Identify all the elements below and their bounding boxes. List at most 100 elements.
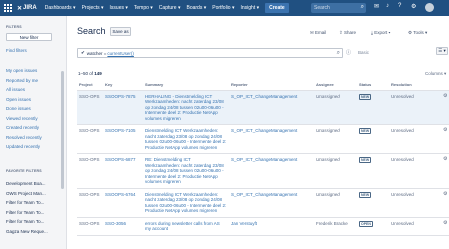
filter-resolved-recently[interactable]: Resolved recently — [6, 133, 60, 143]
row-actions-gear-icon[interactable]: ⚙ — [441, 153, 449, 189]
cell-status: NEW — [357, 90, 389, 125]
cell-key[interactable]: SSO-3056 — [103, 217, 143, 236]
filter-viewed-recently[interactable]: Viewed recently — [6, 114, 60, 124]
col-header-project[interactable]: Project — [77, 80, 103, 91]
cell-assignee: Unassigned — [314, 90, 357, 125]
cell-key[interactable]: SSOOPS-7105 — [103, 124, 143, 154]
nav-boards[interactable]: Boards ▾ — [183, 5, 209, 11]
email-button[interactable]: ✉ Email — [310, 30, 326, 36]
cell-summary[interactable]: RE: Dienstmelding ICT Werkzaamheden: nac… — [143, 153, 229, 189]
search-main: Search Save as ✉ Email ⇪ Share ⤓ Export … — [69, 16, 449, 249]
favorite-filter-item[interactable]: Filter for Team To... — [6, 217, 60, 227]
nav-projects[interactable]: Projects ▾ — [79, 5, 107, 11]
nav-capture[interactable]: Capture ▾ — [156, 5, 184, 11]
col-header-reporter[interactable]: Reporter — [229, 80, 314, 91]
table-row[interactable]: SSO-OPS SSOOPS-7875 HERHALING - Dienstme… — [77, 90, 449, 125]
settings-gear-icon[interactable]: ⚙ — [411, 3, 416, 10]
nav-portfolio[interactable]: Portfolio ▾ — [209, 5, 237, 11]
nav-tempo[interactable]: Tempo ▾ — [131, 5, 156, 11]
cell-project[interactable]: SSO-OPS — [77, 153, 103, 189]
sidebar-scrollbar[interactable] — [61, 71, 64, 189]
cell-summary[interactable]: errors during newsletter calls from AS m… — [143, 217, 229, 236]
app-switcher-icon[interactable] — [3, 3, 13, 13]
cell-key[interactable]: SSOOPS-6877 — [103, 153, 143, 189]
page-title: Search — [77, 26, 106, 36]
help-icon[interactable]: ? — [398, 3, 401, 9]
col-header-status[interactable]: Status — [357, 80, 389, 91]
cell-reporter[interactable]: S_OP_ICT_ChangeManagement — [229, 90, 314, 125]
status-badge: NEW — [359, 93, 372, 100]
cell-resolution: Unresolved — [389, 90, 441, 125]
filter-done-issues[interactable]: Done issues — [6, 104, 60, 114]
top-navigation-bar: ✕ JIRA Dashboards ▾ Projects ▾ Issues ▾ … — [0, 0, 449, 16]
global-search-input[interactable]: Search ⌕ — [311, 3, 366, 13]
user-avatar[interactable] — [425, 3, 434, 12]
table-row[interactable]: SSO-OPS SSO-3056 errors during newslette… — [77, 217, 449, 236]
cell-project[interactable]: SSO-OPS — [77, 217, 103, 236]
table-row[interactable]: SSO-OPS SSOOPS-7105 Dienstmelding ICT We… — [77, 124, 449, 154]
favorite-filter-item[interactable]: OWS Project Man... — [6, 189, 60, 199]
share-button[interactable]: ⇪ Share — [339, 30, 356, 36]
cell-project[interactable]: SSO-OPS — [77, 90, 103, 125]
cell-summary[interactable]: HERHALING - Dienstmelding ICT Werkzaamhe… — [143, 90, 229, 125]
jql-search-input[interactable]: ✔ watcher = currentUser() ⌕ — [77, 48, 343, 58]
favorite-filters-list: Development Boa... OWS Project Man... Fi… — [6, 179, 60, 236]
filter-created-recently[interactable]: Created recently — [6, 123, 60, 133]
save-as-button[interactable]: Save as — [110, 27, 131, 36]
cell-project[interactable]: SSO-OPS — [77, 188, 103, 218]
row-actions-gear-icon[interactable]: ⚙ — [441, 188, 449, 218]
create-button[interactable]: Create — [265, 3, 289, 13]
cell-reporter[interactable]: S_OP_ICT_ChangeManagement — [229, 188, 314, 218]
cell-summary[interactable]: Dienstmelding ICT Werkzaamheden: nacht z… — [143, 124, 229, 154]
cell-reporter[interactable]: S_OP_ICT_ChangeManagement — [229, 124, 314, 154]
cell-resolution: Unresolved — [389, 217, 441, 236]
search-icon[interactable]: ⌕ — [337, 50, 340, 57]
cell-key[interactable]: SSOOPS-6764 — [103, 188, 143, 218]
cell-reporter[interactable]: S_OP_ICT_ChangeManagement — [229, 153, 314, 189]
cell-status: NEW — [357, 124, 389, 154]
columns-button[interactable]: Columns ▾ — [425, 71, 446, 77]
find-filters-link[interactable]: Find filters — [6, 48, 27, 53]
status-badge: NEW — [359, 191, 372, 198]
table-row[interactable]: SSO-OPS SSOOPS-6877 RE: Dienstmelding IC… — [77, 153, 449, 189]
row-actions-gear-icon[interactable]: ⚙ — [441, 217, 449, 236]
cell-reporter[interactable]: Jan Verstuyft — [229, 217, 314, 236]
favorite-filter-item[interactable]: Gagza New Reque... — [6, 227, 60, 237]
issue-table: Project Key Summary Reporter Assignee St… — [77, 80, 449, 236]
filter-updated-recently[interactable]: Updated recently — [6, 142, 60, 152]
filter-all-issues[interactable]: All issues — [6, 85, 60, 95]
filter-my-open-issues[interactable]: My open issues — [6, 66, 60, 76]
filter-open-issues[interactable]: Open issues — [6, 95, 60, 105]
cell-assignee: Unassigned — [314, 153, 357, 189]
table-row[interactable]: SSO-OPS SSOOPS-6764 Dienstmelding ICT We… — [77, 188, 449, 218]
status-badge: NEW — [359, 128, 372, 134]
notifications-icon[interactable]: ✉ — [374, 3, 379, 10]
nav-issues[interactable]: Issues ▾ — [107, 5, 131, 11]
row-actions-gear-icon[interactable]: ⚙ — [441, 124, 449, 154]
bell-icon[interactable]: ♪ — [386, 3, 389, 9]
row-actions-gear-icon[interactable]: ⚙ — [441, 90, 449, 125]
col-header-assignee[interactable]: Assignee — [314, 80, 357, 91]
favorite-filter-item[interactable]: Development Boa... — [6, 179, 60, 189]
basic-search-link[interactable]: Basic — [358, 50, 369, 55]
main-nav: Dashboards ▾ Projects ▾ Issues ▾ Tempo ▾… — [42, 5, 262, 11]
filter-reported-by-me[interactable]: Reported by me — [6, 76, 60, 86]
cell-status: OPEN — [357, 217, 389, 236]
cell-project[interactable]: SSO-OPS — [77, 124, 103, 154]
cell-summary[interactable]: Dienstmelding ICT Werkzaamheden: nacht z… — [143, 188, 229, 218]
col-header-summary[interactable]: Summary — [143, 80, 229, 91]
layout-switcher-button[interactable]: ☰ ▾ — [436, 47, 448, 55]
col-header-resolution[interactable]: Resolution — [389, 80, 441, 91]
nav-dashboards[interactable]: Dashboards ▾ — [42, 5, 79, 11]
syntax-help-icon[interactable]: ⓘ — [346, 49, 351, 56]
nav-insight[interactable]: Insight ▾ — [237, 5, 262, 11]
favorite-filter-item[interactable]: Filter for Team To... — [6, 208, 60, 218]
tools-button[interactable]: ⚙ Tools ▾ — [408, 30, 427, 36]
col-header-key[interactable]: Key — [103, 80, 143, 91]
search-icon: ⌕ — [360, 4, 364, 10]
cell-key[interactable]: SSOOPS-7875 — [103, 90, 143, 125]
export-button[interactable]: ⤓ Export ▾ — [371, 30, 390, 35]
new-filter-button[interactable]: New filter — [6, 33, 52, 41]
jira-logo[interactable]: ✕ JIRA — [17, 5, 37, 12]
favorite-filter-item[interactable]: Filter for Team To... — [6, 198, 60, 208]
